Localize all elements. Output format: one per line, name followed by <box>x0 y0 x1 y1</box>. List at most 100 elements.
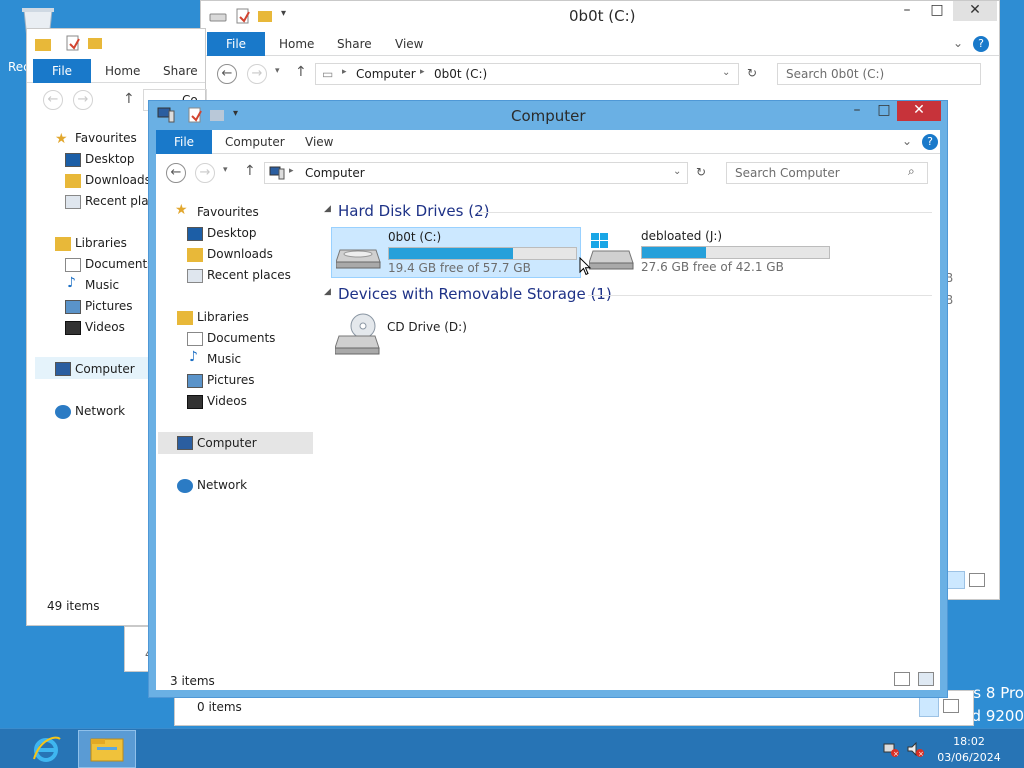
forward-button[interactable]: → <box>247 64 267 84</box>
nav-libraries[interactable]: Libraries <box>75 236 127 250</box>
address-dropdown-icon[interactable]: ⌄ <box>722 67 730 78</box>
address-box[interactable]: ▸ Computer ⌄ <box>264 162 688 184</box>
details-view-icon[interactable] <box>894 672 910 686</box>
nav-downloads[interactable]: Downloads <box>85 173 151 187</box>
tab-share[interactable]: Share <box>337 32 372 56</box>
breadcrumb-computer[interactable]: Computer <box>356 67 416 81</box>
qat-dropdown-icon[interactable]: ▾ <box>233 108 238 119</box>
address-dropdown-icon[interactable]: ⌄ <box>673 166 681 177</box>
forward-button[interactable]: → <box>73 90 93 110</box>
collapse-group-icon[interactable]: ◢ <box>324 204 331 214</box>
explorer-window-computer: ▾ Computer – □ ✕ File Computer View ⌄ ? … <box>148 100 948 698</box>
tab-home[interactable]: Home <box>105 59 140 83</box>
group-header-hard-disk-drives[interactable]: Hard Disk Drives (2) <box>338 202 489 220</box>
qat-dropdown-icon[interactable]: ▾ <box>281 8 286 19</box>
refresh-icon[interactable]: ↻ <box>696 165 706 179</box>
nav-videos[interactable]: Videos <box>85 320 125 334</box>
tab-file[interactable]: File <box>33 59 91 83</box>
drive-icon: ▭ <box>322 67 334 81</box>
nav-downloads[interactable]: Downloads <box>207 247 273 261</box>
nav-documents[interactable]: Documents <box>85 257 153 271</box>
new-folder-icon[interactable] <box>87 35 103 51</box>
search-input[interactable]: Search 0b0t (C:) <box>777 63 981 85</box>
nav-recent-places[interactable]: Recent places <box>207 268 291 282</box>
properties-icon[interactable] <box>235 8 251 24</box>
tab-view[interactable]: View <box>395 32 423 56</box>
network-status-icon[interactable]: × <box>882 740 900 758</box>
address-box[interactable]: ▭ ▸ Computer ▸ 0b0t (C:) ⌄ <box>315 63 739 85</box>
up-button[interactable]: ↑ <box>123 91 135 107</box>
nav-favourites[interactable]: Favourites <box>197 205 259 219</box>
ribbon-expand-icon[interactable]: ⌄ <box>902 134 912 148</box>
desktop-icon <box>65 153 81 167</box>
recent-locations-icon[interactable]: ▾ <box>223 165 228 175</box>
tab-share[interactable]: Share <box>163 59 198 83</box>
nav-music[interactable]: Music <box>85 278 119 292</box>
title-bar[interactable]: ▾ Computer – □ ✕ <box>149 101 947 130</box>
search-icon[interactable]: ⌕ <box>908 164 915 179</box>
computer-icon <box>55 362 71 376</box>
nav-computer[interactable]: Computer <box>75 362 135 376</box>
nav-desktop[interactable]: Desktop <box>207 226 257 240</box>
volume-muted-icon[interactable]: × <box>906 740 924 758</box>
new-folder-icon[interactable] <box>209 107 225 123</box>
close-button[interactable]: ✕ <box>897 101 941 121</box>
music-icon: ♪ <box>67 275 76 291</box>
back-button[interactable]: ← <box>166 163 186 183</box>
collapse-group-icon[interactable]: ◢ <box>324 287 331 297</box>
drive-tile-j[interactable]: debloated (J:) 27.6 GB free of 42.1 GB <box>585 227 835 278</box>
file-explorer-button[interactable] <box>78 730 136 768</box>
maximize-button[interactable]: □ <box>923 1 951 21</box>
details-view-icon[interactable] <box>919 697 939 717</box>
clock-date[interactable]: 03/06/2024 <box>934 751 1004 764</box>
clock-time[interactable]: 18:02 <box>934 735 1004 748</box>
breadcrumb-drive[interactable]: 0b0t (C:) <box>434 67 487 81</box>
nav-pictures[interactable]: Pictures <box>85 299 133 313</box>
nav-documents[interactable]: Documents <box>207 331 275 345</box>
internet-explorer-button[interactable] <box>24 730 68 768</box>
back-button[interactable]: ← <box>217 64 237 84</box>
new-folder-icon[interactable] <box>257 8 273 24</box>
recent-locations-icon[interactable]: ▾ <box>275 66 280 76</box>
tab-home[interactable]: Home <box>279 32 314 56</box>
refresh-icon[interactable]: ↻ <box>747 66 757 80</box>
group-header-removable-storage[interactable]: Devices with Removable Storage (1) <box>338 285 612 303</box>
close-button[interactable]: ✕ <box>953 1 997 21</box>
nav-pictures[interactable]: Pictures <box>207 373 255 387</box>
breadcrumb-computer[interactable]: Computer <box>305 166 365 180</box>
back-button[interactable]: ← <box>43 90 63 110</box>
nav-favourites[interactable]: Favourites <box>75 131 137 145</box>
nav-computer[interactable]: Computer <box>197 436 257 450</box>
drive-tile-c[interactable]: 0b0t (C:) 19.4 GB free of 57.7 GB <box>331 227 581 278</box>
help-icon[interactable]: ? <box>973 36 989 52</box>
maximize-button[interactable]: □ <box>871 101 897 121</box>
nav-libraries[interactable]: Libraries <box>197 310 249 324</box>
search-input[interactable]: Search Computer <box>726 162 928 184</box>
nav-desktop[interactable]: Desktop <box>85 152 135 166</box>
tab-file[interactable]: File <box>207 32 265 56</box>
tab-computer[interactable]: Computer <box>225 130 285 154</box>
up-button[interactable]: ↑ <box>244 163 256 179</box>
nav-network[interactable]: Network <box>197 478 247 492</box>
minimize-button[interactable]: – <box>843 101 871 121</box>
large-icons-view-icon[interactable] <box>943 699 959 713</box>
tab-file[interactable]: File <box>156 130 212 154</box>
tab-view[interactable]: View <box>305 130 333 154</box>
drive-name: CD Drive (D:) <box>387 320 467 334</box>
ribbon-expand-icon[interactable]: ⌄ <box>953 36 963 50</box>
forward-button[interactable]: → <box>195 163 215 183</box>
nav-music[interactable]: Music <box>207 352 241 366</box>
large-icons-view-icon[interactable] <box>918 672 934 686</box>
drive-tile-d[interactable]: CD Drive (D:) <box>331 308 581 359</box>
nav-network[interactable]: Network <box>75 404 125 418</box>
up-button[interactable]: ↑ <box>295 64 307 80</box>
hard-drive-icon <box>336 249 381 269</box>
title-bar[interactable]: ▾ 0b0t (C:) – □ ✕ <box>201 1 999 31</box>
details-view-icon[interactable] <box>947 571 965 589</box>
properties-icon[interactable] <box>187 107 203 123</box>
nav-videos[interactable]: Videos <box>207 394 247 408</box>
properties-icon[interactable] <box>65 35 81 51</box>
large-icons-view-icon[interactable] <box>969 573 985 587</box>
minimize-button[interactable]: – <box>893 1 921 21</box>
help-icon[interactable]: ? <box>922 134 938 150</box>
